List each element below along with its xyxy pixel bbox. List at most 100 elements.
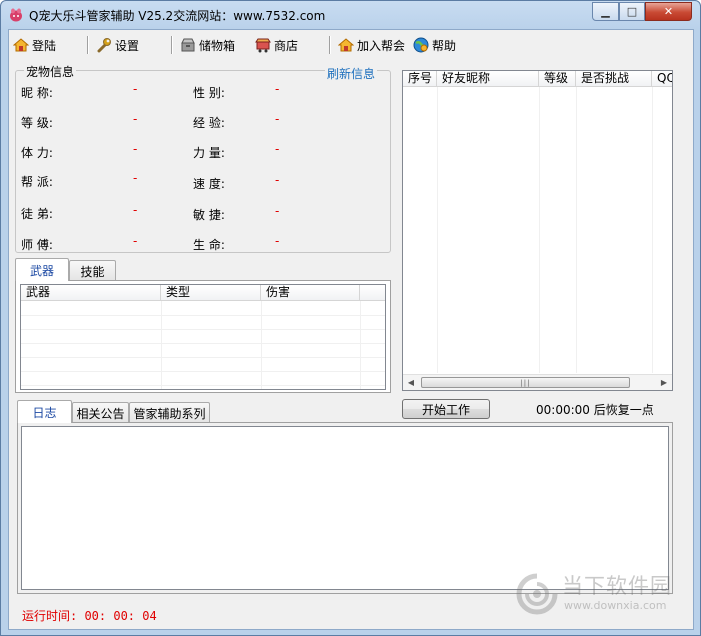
window-title: Q宠大乐斗管家辅助 V25.2交流网站：www.7532.com [29, 9, 326, 23]
pet-info-group: 宠物信息 刷新信息 昵 称: - 等 级: - 体 力: - 帮 派: - 徒 … [15, 63, 391, 253]
level-value: - [133, 112, 138, 126]
grid-line [652, 87, 653, 373]
column-weapon[interactable]: 武器 [21, 285, 161, 300]
login-button[interactable]: 登陆 [13, 35, 56, 55]
experience-value: - [275, 112, 280, 126]
column-index[interactable]: 序号 [403, 71, 437, 86]
nickname-value: - [133, 82, 138, 96]
agility-value: - [275, 204, 280, 218]
app-window: Q宠大乐斗管家辅助 V25.2交流网站：www.7532.com ▁ □ ✕ 登… [0, 0, 701, 636]
tab-announcements[interactable]: 相关公告 [72, 402, 129, 423]
gender-label: 性 别: [193, 86, 225, 100]
column-damage[interactable]: 伤害 [261, 285, 360, 300]
runtime-status: 运行时间: 00: 00: 04 [22, 609, 157, 623]
master-value: - [133, 234, 138, 248]
master-label: 师 傅: [21, 238, 53, 252]
column-type[interactable]: 类型 [161, 285, 261, 300]
strength-value: - [275, 142, 280, 156]
shop-cart-icon [255, 38, 271, 53]
join-guild-label: 加入帮会 [357, 38, 406, 53]
storage-label: 储物箱 [199, 38, 236, 53]
maximize-button[interactable]: □ [619, 2, 645, 21]
wrench-icon [97, 38, 111, 53]
settings-button[interactable]: 设置 [96, 35, 139, 55]
join-guild-house-icon [338, 38, 354, 52]
grid-line [576, 87, 577, 373]
shop-button[interactable]: 商店 [255, 35, 298, 55]
apprentice-value: - [133, 203, 138, 217]
column-challenged[interactable]: 是否挑战 [576, 71, 652, 86]
guild-value: - [133, 171, 138, 185]
grid-line [437, 87, 438, 373]
friends-list-header: 序号 好友昵称 等级 是否挑战 QQ [403, 71, 672, 87]
gender-value: - [275, 82, 280, 96]
minimize-icon: ▁ [601, 5, 610, 18]
table-row [21, 330, 385, 344]
watermark-title: 当下软件园 [562, 574, 672, 598]
table-row [21, 344, 385, 358]
watermark-logo-icon [516, 573, 558, 615]
horizontal-scrollbar[interactable]: ◀ ||| ▶ [403, 374, 672, 390]
column-qq[interactable]: QQ [652, 71, 672, 86]
scrollbar-thumb[interactable]: ||| [421, 377, 630, 388]
table-row [21, 358, 385, 372]
log-panel [17, 422, 673, 594]
stamina-label: 体 力: [21, 146, 53, 160]
weapon-panel: 武器 类型 伤害 [15, 280, 391, 393]
tab-log[interactable]: 日志 [17, 400, 72, 423]
help-label: 帮助 [432, 38, 457, 53]
grid-line [539, 87, 540, 373]
start-work-button[interactable]: 开始工作 [402, 399, 490, 419]
experience-label: 经 验: [193, 116, 225, 130]
speed-value: - [275, 173, 280, 187]
tab-skills[interactable]: 技能 [69, 260, 116, 281]
client-area: 登陆 设置 储物箱 商店 加入帮会 帮助 宠物信息 刷新信息 昵 称: - 等 … [8, 29, 694, 630]
apprentice-label: 徒 弟: [21, 207, 53, 221]
table-row [21, 372, 385, 386]
storage-button[interactable]: 储物箱 [180, 35, 235, 55]
title-bar[interactable]: Q宠大乐斗管家辅助 V25.2交流网站：www.7532.com ▁ □ ✕ [1, 1, 700, 29]
friends-list[interactable]: 序号 好友昵称 等级 是否挑战 QQ ◀ ||| ▶ [402, 70, 673, 391]
login-house-icon [13, 38, 29, 52]
settings-label: 设置 [115, 38, 140, 53]
toolbar-separator [171, 36, 172, 54]
speed-label: 速 度: [193, 177, 225, 191]
level-label: 等 级: [21, 116, 53, 130]
watermark-url: www.downxia.com [564, 599, 667, 612]
storage-box-icon [181, 38, 195, 52]
watermark: 当下软件园 www.downxia.com [516, 570, 686, 620]
close-icon: ✕ [663, 5, 674, 18]
maximize-icon: □ [626, 5, 638, 18]
column-friend-nickname[interactable]: 好友昵称 [437, 71, 539, 86]
scroll-left-icon[interactable]: ◀ [403, 375, 419, 390]
guild-label: 帮 派: [21, 175, 53, 189]
agility-label: 敏 捷: [193, 208, 225, 222]
column-filler [360, 285, 385, 300]
shop-label: 商店 [274, 38, 299, 53]
minimize-button[interactable]: ▁ [592, 2, 619, 21]
pet-info-title: 宠物信息 [24, 63, 77, 80]
toolbar-separator [329, 36, 330, 54]
scroll-right-icon[interactable]: ▶ [656, 375, 672, 390]
help-button[interactable]: 帮助 [413, 35, 456, 55]
toolbar: 登陆 设置 储物箱 商店 加入帮会 帮助 [9, 32, 693, 58]
table-row [21, 302, 385, 316]
tab-assistant-series[interactable]: 管家辅助系列 [129, 402, 210, 423]
tab-weapons[interactable]: 武器 [15, 258, 69, 281]
stamina-value: - [133, 142, 138, 156]
life-value: - [275, 234, 280, 248]
login-label: 登陆 [32, 38, 57, 53]
strength-label: 力 量: [193, 146, 225, 160]
weapon-list[interactable]: 武器 类型 伤害 [20, 284, 386, 390]
help-globe-icon [413, 37, 429, 53]
toolbar-separator [87, 36, 88, 54]
column-level[interactable]: 等级 [539, 71, 576, 86]
weapon-list-header: 武器 类型 伤害 [21, 285, 385, 301]
log-textarea[interactable] [21, 426, 669, 590]
join-guild-button[interactable]: 加入帮会 [338, 35, 405, 55]
close-button[interactable]: ✕ [645, 2, 692, 21]
life-label: 生 命: [193, 238, 225, 252]
nickname-label: 昵 称: [21, 86, 53, 100]
refresh-info-link[interactable]: 刷新信息 [325, 65, 378, 82]
table-row [21, 316, 385, 330]
